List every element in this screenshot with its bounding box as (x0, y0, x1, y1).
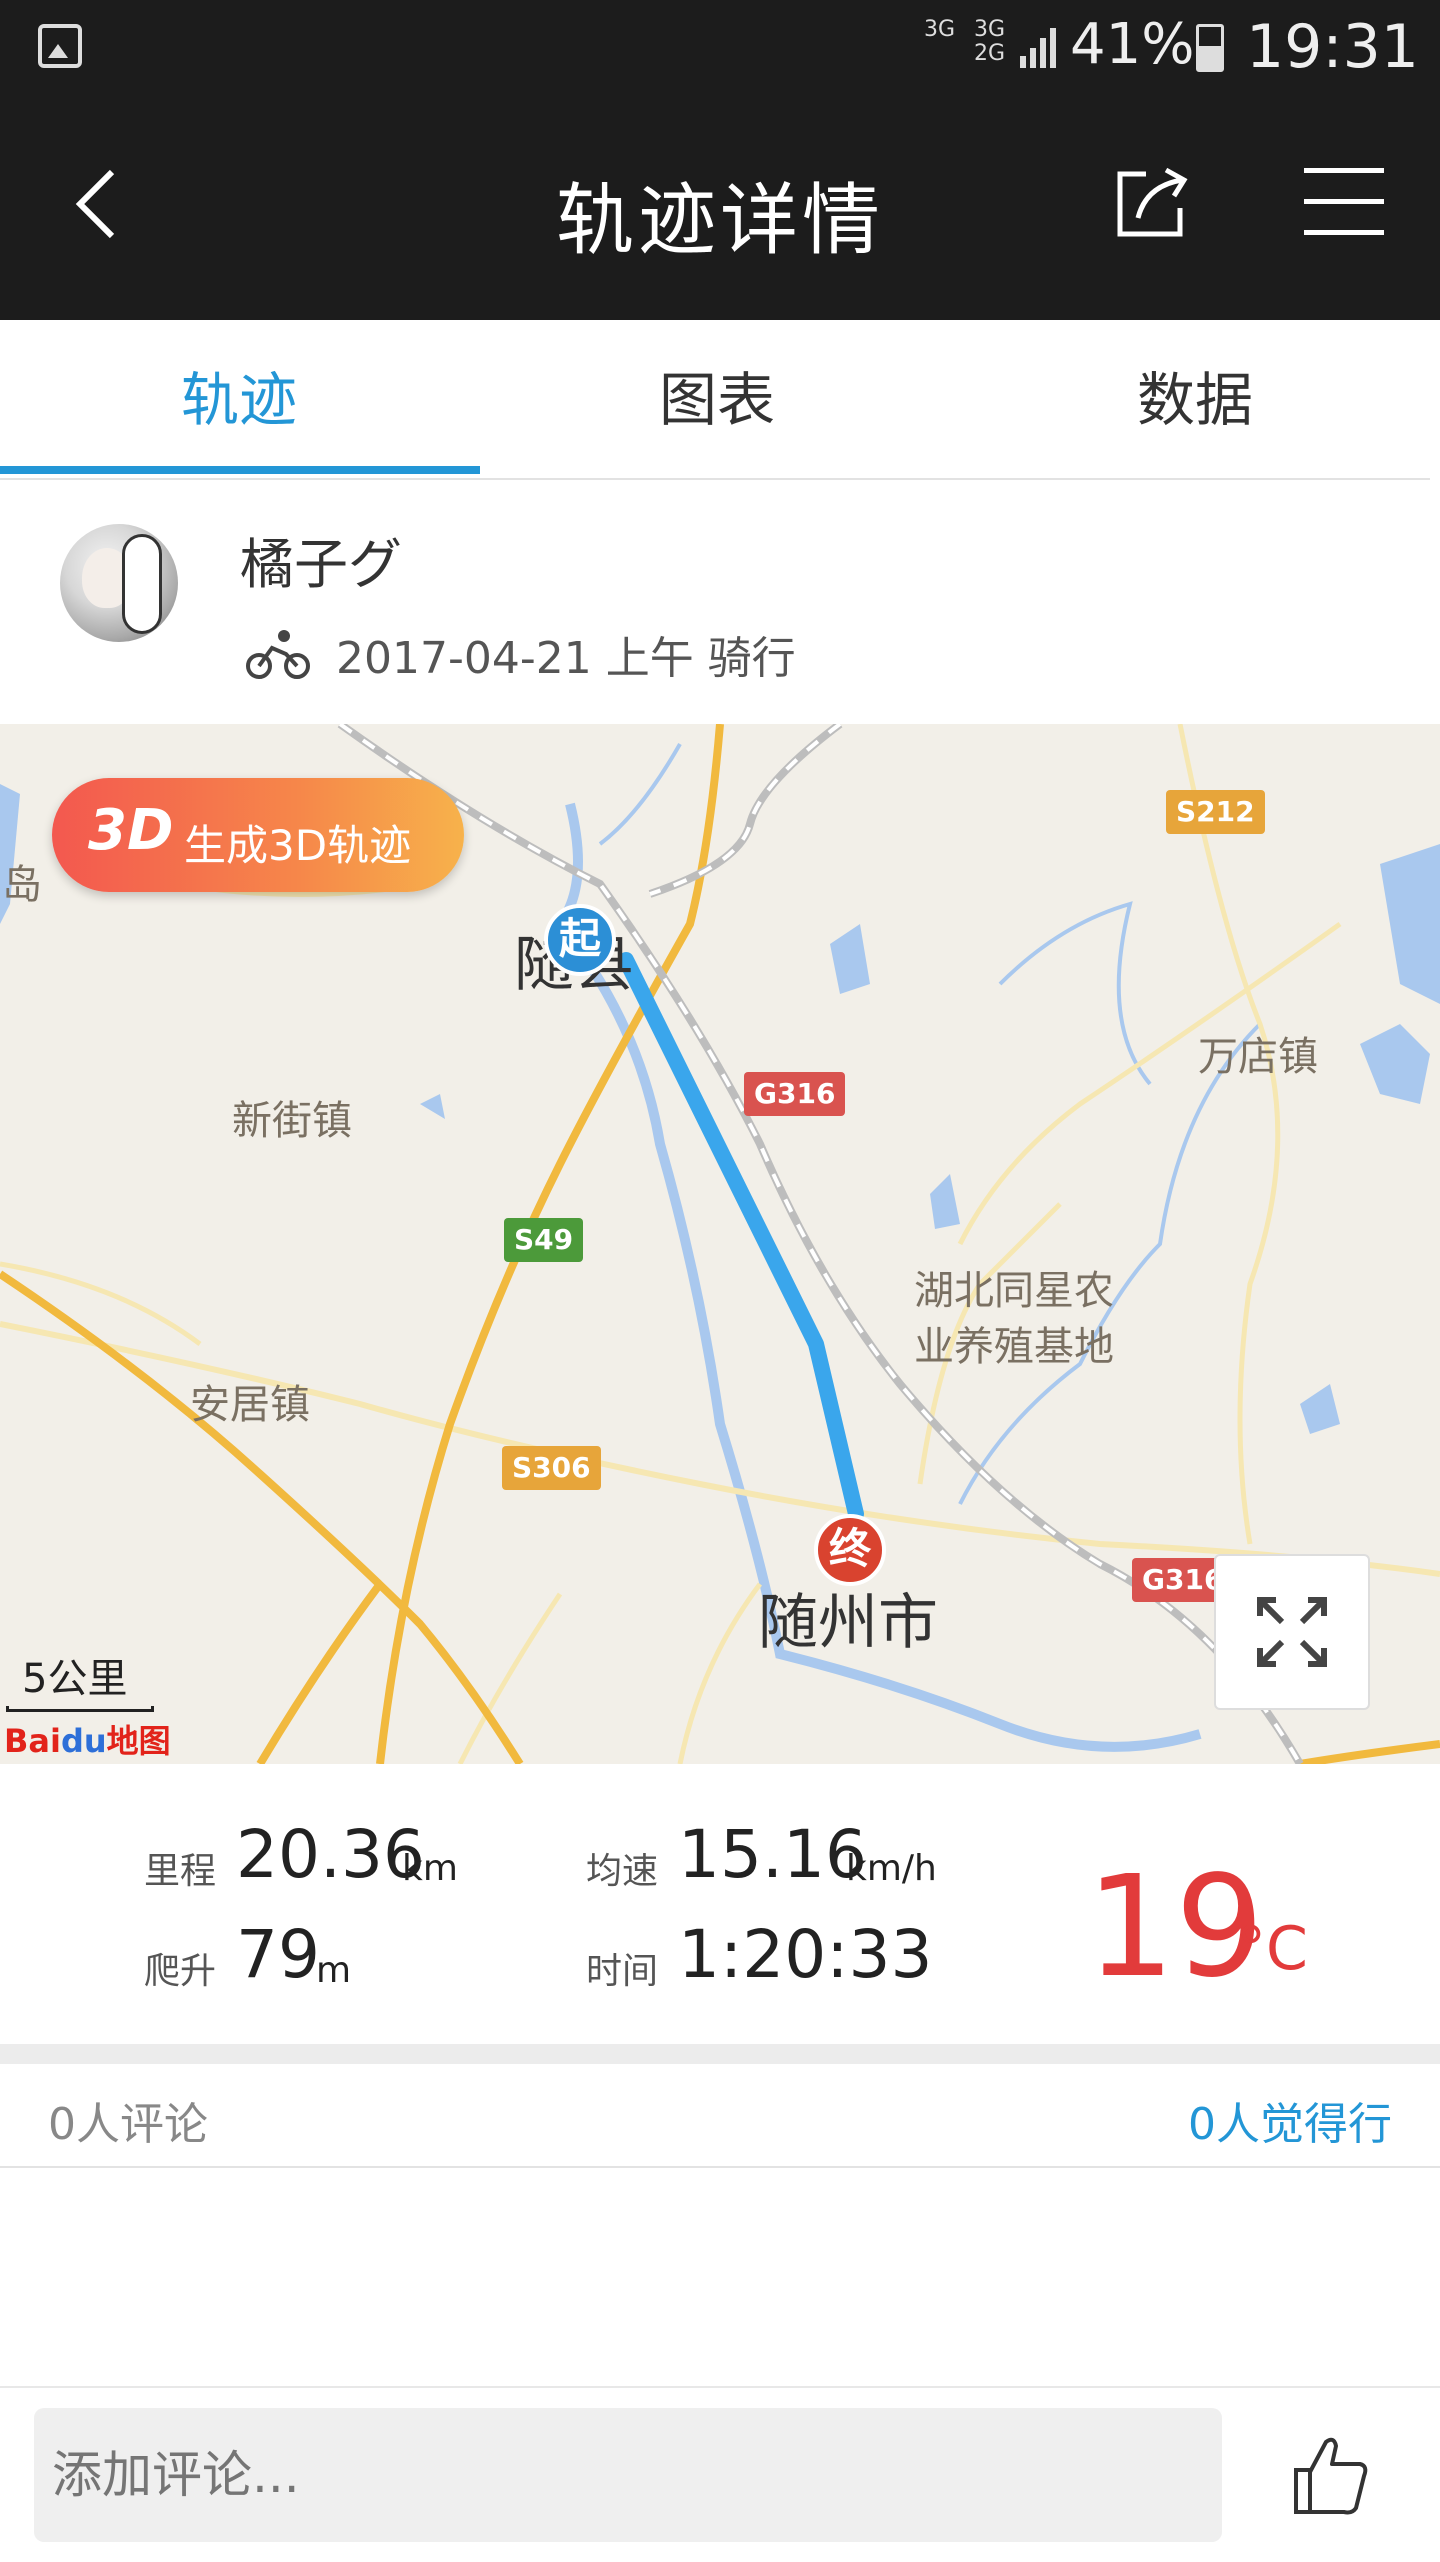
ride-stats: 里程 20.36 km 均速 15.16 km/h 爬升 79 m 时间 1:2… (0, 1764, 1440, 2044)
ride-date-type: 2017-04-21 上午 骑行 (336, 633, 796, 684)
speed-label: 均速 (586, 1851, 659, 1892)
route-map[interactable]: 3D 生成3D轨迹 随县 新街镇 万店镇 安居镇 湖北同星农 业养殖基地 随州市… (0, 724, 1440, 1764)
start-marker[interactable]: 起 (544, 904, 616, 976)
road-shield-s212: S212 (1166, 790, 1265, 834)
avatar[interactable] (60, 524, 178, 642)
status-bar: 3G 3G 2G 41% 19:31 (0, 0, 1440, 100)
map-place-xinjie: 新街镇 (232, 1098, 352, 1144)
road-shield-g316: G316 (744, 1072, 846, 1116)
section-divider (0, 2044, 1440, 2064)
map-place-anju: 安居镇 (190, 1382, 310, 1428)
map-place-hubei-1: 湖北同星农 (914, 1268, 1114, 1314)
battery-icon (1196, 24, 1224, 72)
climb-label: 爬升 (144, 1951, 217, 1992)
clock: 19:31 (1246, 12, 1419, 82)
username[interactable]: 橘子グ (240, 520, 402, 599)
distance-unit: km (402, 1848, 458, 1889)
fullscreen-button[interactable] (1214, 1554, 1370, 1710)
map-scale-bar (6, 1706, 154, 1712)
climb-value: 79 (236, 1916, 320, 1993)
comments-list (0, 2168, 1440, 2386)
baidu-logo: Baidu地图 (4, 1722, 171, 1760)
thumbs-up-icon[interactable] (1290, 2432, 1370, 2518)
climb-unit: m (316, 1950, 352, 1991)
road-shield-s49: S49 (504, 1218, 584, 1262)
generate-3d-track-button[interactable]: 3D 生成3D轨迹 (52, 778, 464, 892)
map-place-suizhou: 随州市 (758, 1588, 938, 1658)
speed-unit: km/h (846, 1848, 937, 1889)
title-bar: 轨迹详情 (0, 100, 1440, 320)
map-place-dao: 岛 (2, 862, 42, 908)
tab-data[interactable]: 数据 (956, 320, 1434, 478)
road-shield-s306: S306 (502, 1446, 601, 1490)
menu-icon[interactable] (1304, 168, 1384, 236)
expand-icon (1257, 1597, 1327, 1667)
distance-value: 20.36 (236, 1816, 425, 1893)
map-scale-label: 5公里 (22, 1656, 128, 1702)
like-count[interactable]: 0人觉得行 (1188, 2088, 1392, 2152)
bicycle-icon (246, 630, 310, 679)
map-place-hubei-2: 业养殖基地 (914, 1324, 1114, 1370)
battery-percent: 41% (1070, 12, 1195, 77)
speed-value: 15.16 (678, 1816, 867, 1893)
signal-icon (1020, 28, 1056, 68)
map-place-wandian: 万店镇 (1198, 1034, 1318, 1080)
distance-label: 里程 (144, 1851, 217, 1892)
share-icon[interactable] (1110, 160, 1194, 244)
end-marker[interactable]: 终 (814, 1514, 886, 1586)
image-notification-icon (38, 24, 82, 68)
tab-bar: 轨迹 图表 数据 (0, 320, 1430, 480)
time-label: 时间 (586, 1951, 659, 1992)
comment-bar (0, 2386, 1440, 2562)
active-tab-indicator (0, 466, 480, 474)
network-type-2: 3G 2G (974, 17, 1006, 66)
tab-chart[interactable]: 图表 (478, 320, 956, 478)
network-type-1: 3G (924, 17, 956, 42)
user-info: 橘子グ 2017-04-21 上午 骑行 (0, 480, 1430, 724)
comments-summary: 0人评论 0人觉得行 (0, 2064, 1440, 2168)
comment-count[interactable]: 0人评论 (48, 2088, 208, 2152)
temperature-unit: °C (1236, 1914, 1308, 1984)
page-title: 轨迹详情 (555, 176, 884, 266)
tab-track[interactable]: 轨迹 (0, 320, 478, 478)
time-value: 1:20:33 (678, 1916, 933, 1993)
comment-input[interactable] (34, 2408, 1222, 2542)
